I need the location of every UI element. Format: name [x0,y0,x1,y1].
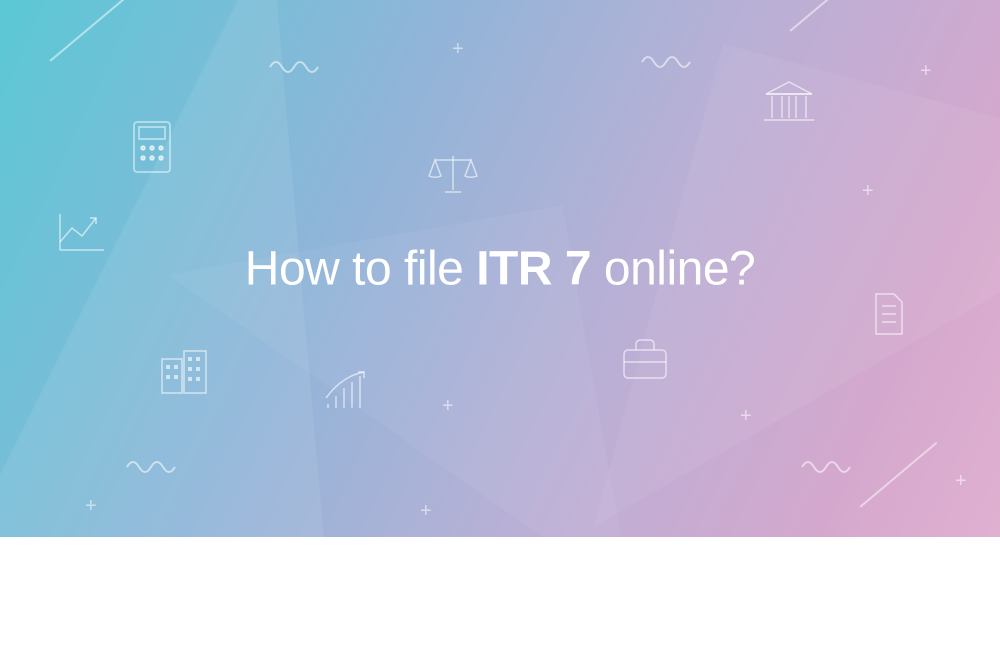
squiggle-icon [125,455,185,475]
briefcase-icon [618,338,672,382]
buildings-icon [158,345,210,397]
plus-icon: + [920,60,932,83]
scales-icon [425,150,481,198]
bank-icon [760,78,818,126]
plus-icon: + [955,470,967,493]
plus-icon: + [452,38,464,61]
plus-icon: + [442,395,454,418]
squiggle-icon [268,55,328,75]
calculator-icon [130,118,174,176]
squiggle-icon [640,50,700,70]
document-icon [870,290,908,338]
plus-icon: + [85,495,97,518]
line-chart-icon [56,210,108,254]
squiggle-icon [800,455,860,475]
plus-icon: + [862,180,874,203]
title-bold: ITR 7 [476,242,591,295]
bar-chart-icon [322,368,370,412]
title-part1: How to file [245,242,476,295]
page-title: How to file ITR 7 online? [245,241,755,296]
title-part2: online? [591,242,755,295]
plus-icon: + [740,405,752,428]
plus-icon: + [420,500,432,523]
